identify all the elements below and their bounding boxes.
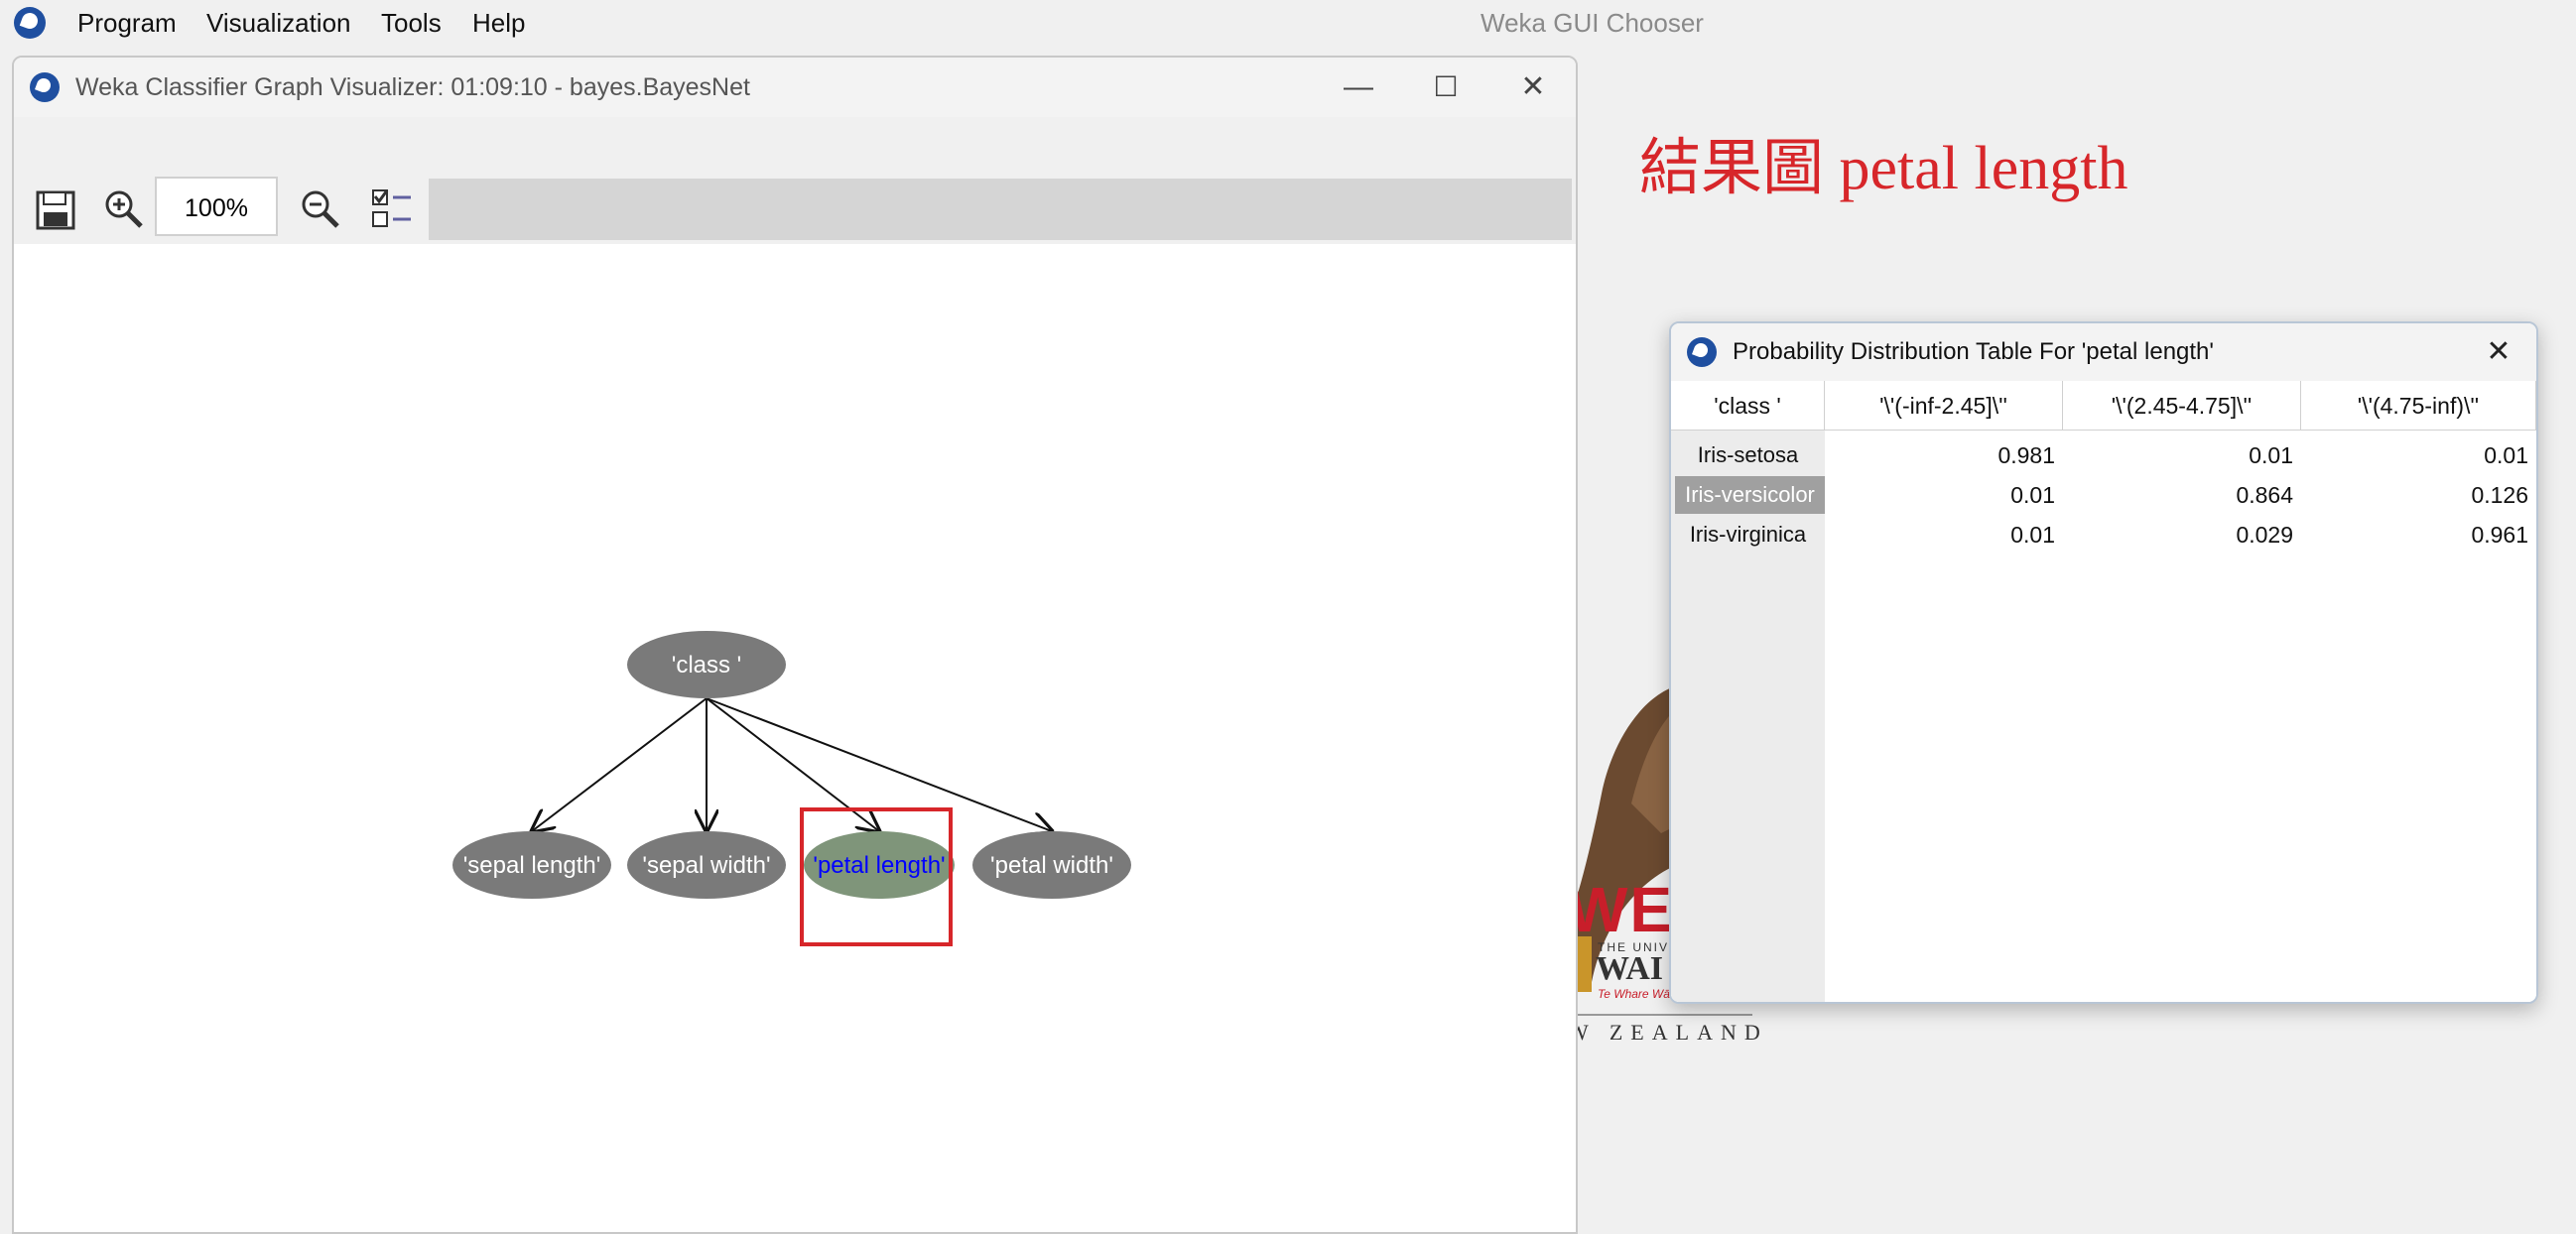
annotation-text: 結果圖 petal length [1639,135,2128,202]
node-petal-width[interactable]: 'petal width' [972,831,1131,899]
weka-window-icon [1687,337,1717,367]
graph-window-title: Weka Classifier Graph Visualizer: 01:09:… [75,73,750,101]
close-button[interactable]: ✕ [1498,58,1568,117]
probability-table: 'class ' '\'(-inf-2.45]\'' '\'(2.45-4.75… [1671,381,2536,1002]
table-cell[interactable]: 0.961 [2301,516,2536,554]
splash-country-text: W ZEALAND [1568,1020,1768,1045]
table-cell[interactable]: 0.126 [2301,476,2536,514]
graph-canvas[interactable]: 'class ' 'sepal length' 'sepal width' 'p… [14,244,1576,1232]
minimize-button[interactable]: — [1324,58,1393,117]
checklist-icon[interactable] [365,183,421,238]
node-sepal-width[interactable]: 'sepal width' [627,831,786,899]
zoom-level-input[interactable]: 100% [155,177,278,236]
row-header-iris-virginica[interactable]: Iris-virginica [1671,516,1825,554]
graph-toolbar: 100% [14,117,1576,246]
zoom-in-icon[interactable] [97,183,153,238]
table-cell[interactable]: 0.01 [1825,476,2063,514]
graph-window-titlebar[interactable]: Weka Classifier Graph Visualizer: 01:09:… [14,58,1576,117]
row-header-iris-versicolor[interactable]: Iris-versicolor [1675,476,1825,514]
table-cell[interactable]: 0.029 [2063,516,2301,554]
close-button[interactable]: ✕ [2469,323,2528,381]
table-cell[interactable]: 0.981 [1825,436,2063,474]
splash-divider [1578,1014,1752,1016]
toolbar-filler [429,179,1572,240]
column-header-class[interactable]: 'class ' [1671,381,1825,431]
menu-program[interactable]: Program [77,0,177,46]
zoom-out-icon[interactable] [294,183,349,238]
node-petal-length-label: 'petal length' [813,852,945,879]
node-sepal-width-label: 'sepal width' [642,852,770,879]
weka-window-icon [30,72,60,102]
bayes-net-graph: 'class ' 'sepal length' 'sepal width' 'p… [452,631,1131,946]
save-icon[interactable] [28,183,83,238]
column-header-bin-1[interactable]: '\'(-inf-2.45]\'' [1825,381,2063,431]
table-cell[interactable]: 0.01 [2301,436,2536,474]
node-sepal-length-label: 'sepal length' [463,852,601,879]
menu-tools[interactable]: Tools [381,0,442,46]
graph-visualizer-window: Weka Classifier Graph Visualizer: 01:09:… [12,56,1578,1234]
node-petal-width-label: 'petal width' [990,852,1113,879]
column-header-bin-3[interactable]: '\'(4.75-inf)\'' [2301,381,2536,431]
splash-brand-text: WE [1568,874,1675,945]
main-menubar: Program Visualization Tools Help Weka GU… [0,0,2576,46]
splash-motto-text: Te Whare Wā [1598,987,1670,1001]
table-cell[interactable]: 0.01 [2063,436,2301,474]
edge-class-sepal-length [532,697,708,831]
table-cell[interactable]: 0.01 [1825,516,2063,554]
column-header-bin-2[interactable]: '\'(2.45-4.75]\'' [2063,381,2301,431]
menu-help[interactable]: Help [472,0,525,46]
node-petal-length[interactable]: 'petal length' [804,831,955,899]
probability-table-window: Probability Distribution Table For 'peta… [1669,321,2538,1004]
prob-window-title: Probability Distribution Table For 'peta… [1733,338,2214,365]
table-cell[interactable]: 0.864 [2063,476,2301,514]
menu-visualization[interactable]: Visualization [206,0,351,46]
splash-waikato-text: WAI [1596,950,1664,987]
node-class-label: 'class ' [672,652,742,679]
node-sepal-length[interactable]: 'sepal length' [452,831,611,899]
chooser-window-title: Weka GUI Chooser [1481,8,1704,38]
weka-logo-icon [14,7,46,39]
node-class[interactable]: 'class ' [627,631,786,698]
maximize-button[interactable]: ☐ [1411,58,1481,117]
row-header-iris-setosa[interactable]: Iris-setosa [1671,436,1825,474]
prob-window-titlebar[interactable]: Probability Distribution Table For 'peta… [1671,323,2536,381]
